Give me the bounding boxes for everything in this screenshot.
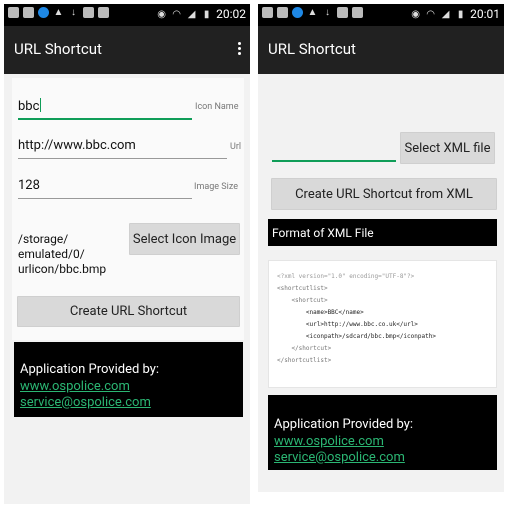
- calendar-icon: [337, 7, 348, 18]
- status-time: 20:01: [470, 7, 500, 21]
- select-xml-file-button[interactable]: Select XML file: [400, 132, 495, 164]
- signal-icon: ◢: [441, 8, 450, 20]
- status-bar: ▲ ↓ ◉ ◠ ◢ ▮ 20:01: [258, 4, 504, 26]
- website-link[interactable]: www.ospolice.com: [274, 434, 491, 450]
- system-icons: ◉ ◠ ◢ ▮ 20:02: [156, 7, 246, 21]
- xml-line: <shortcut>: [277, 297, 328, 304]
- file-icon: [352, 7, 363, 18]
- app-icon: [38, 7, 49, 18]
- app-icon: [292, 7, 303, 18]
- system-icons: ◉ ◠ ◢ ▮ 20:01: [410, 7, 500, 21]
- warning-icon: ▲: [307, 7, 318, 18]
- download-icon: ↓: [325, 7, 330, 18]
- text-cursor: [40, 98, 42, 112]
- select-icon-image-button[interactable]: Select Icon Image: [129, 223, 240, 255]
- icon-name-value: bbc: [18, 99, 40, 114]
- website-link[interactable]: www.ospolice.com: [20, 379, 237, 395]
- wifi-icon: ◠: [172, 8, 181, 20]
- mail-icon: [23, 7, 34, 18]
- image-size-input[interactable]: 128: [18, 178, 40, 193]
- file-icon: [98, 7, 109, 18]
- form-card: bbc Icon Name http://www.bbc.com Url 128…: [12, 78, 244, 340]
- app-title: URL Shortcut: [268, 40, 356, 58]
- xml-line: </shortcut>: [277, 345, 332, 352]
- email-link[interactable]: service@ospolice.com: [274, 450, 491, 466]
- xml-format-example: <?xml version="1.0" encoding="UTF-8"?> <…: [268, 260, 497, 388]
- xml-path-underline: [272, 160, 396, 162]
- xml-line: <name>BBC</name>: [277, 309, 364, 316]
- notification-icons: ▲ ↓: [8, 7, 109, 18]
- app-bar: URL Shortcut: [4, 26, 250, 74]
- eye-icon: ◉: [157, 8, 166, 20]
- battery-icon: ▮: [457, 8, 464, 20]
- battery-icon: ▮: [203, 8, 210, 20]
- app-title: URL Shortcut: [14, 40, 102, 58]
- message-icon: [8, 7, 19, 18]
- image-size-underline: [18, 198, 192, 199]
- xml-line: <?xml version="1.0" encoding="UTF-8"?>: [277, 273, 415, 280]
- status-time: 20:02: [216, 7, 246, 21]
- phone-screen-left: ▲ ↓ ◉ ◠ ◢ ▮ 20:02 URL Shortcut bbc Icon …: [4, 4, 250, 504]
- xml-line: </shortcutlist>: [277, 357, 332, 364]
- message-icon: [262, 7, 273, 18]
- icon-name-input[interactable]: bbc: [18, 98, 42, 114]
- url-label: Url: [230, 142, 242, 152]
- status-bar: ▲ ↓ ◉ ◠ ◢ ▮ 20:02: [4, 4, 250, 26]
- provider-info-box: Application Provided by: www.ospolice.co…: [268, 395, 497, 470]
- xml-line: <shortcutlist>: [277, 285, 328, 292]
- eye-icon: ◉: [411, 8, 420, 20]
- format-title-bar: Format of XML File: [268, 219, 497, 246]
- icon-name-underline: [18, 118, 192, 120]
- phone-screen-right: ▲ ↓ ◉ ◠ ◢ ▮ 20:01 URL Shortcut Select XM…: [258, 4, 504, 492]
- xml-line: <url>http://www.bbc.co.uk</url>: [277, 321, 418, 328]
- signal-icon: ◢: [187, 8, 196, 20]
- xml-line: <iconpath>/sdcard/bbc.bmp</iconpath>: [277, 333, 436, 340]
- warning-icon: ▲: [53, 7, 64, 18]
- create-url-shortcut-button[interactable]: Create URL Shortcut: [17, 296, 240, 327]
- provider-info-box: Application Provided by: www.ospolice.co…: [14, 342, 243, 417]
- email-link[interactable]: service@ospolice.com: [20, 395, 237, 411]
- icon-name-label: Icon Name: [195, 102, 239, 112]
- download-icon: ↓: [71, 7, 76, 18]
- icon-path-text: /storage/ emulated/0/ urlicon/bbc.bmp: [18, 232, 107, 276]
- app-bar: URL Shortcut: [258, 26, 504, 74]
- overflow-menu-icon[interactable]: [234, 40, 244, 60]
- provider-title: Application Provided by:: [20, 362, 160, 377]
- image-size-label: Image Size: [194, 182, 238, 192]
- url-underline: [18, 158, 227, 159]
- url-input[interactable]: http://www.bbc.com: [18, 138, 136, 153]
- notification-icons: ▲ ↓: [262, 7, 363, 18]
- calendar-icon: [83, 7, 94, 18]
- mail-icon: [277, 7, 288, 18]
- provider-title: Application Provided by:: [274, 417, 414, 432]
- create-from-xml-button[interactable]: Create URL Shortcut from XML: [271, 178, 497, 210]
- wifi-icon: ◠: [426, 8, 435, 20]
